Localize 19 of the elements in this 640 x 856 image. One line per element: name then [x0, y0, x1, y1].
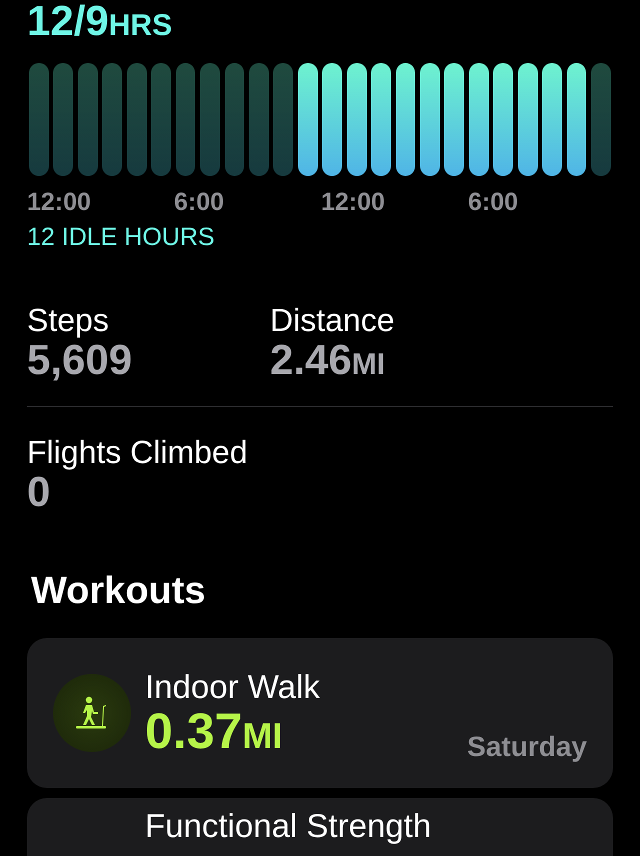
- workout-distance: 0.37MI: [145, 704, 282, 758]
- stat-value: 5,609: [27, 338, 132, 382]
- section-title: Workouts: [31, 572, 207, 610]
- workout-name: Indoor Walk: [145, 668, 320, 705]
- stat-value: 2.46MI: [270, 338, 386, 382]
- workout-card[interactable]: Functional Strength: [27, 798, 613, 856]
- stand-hours-value: 12/9HRS: [27, 0, 174, 42]
- stat-value: 0: [27, 470, 50, 514]
- time-label: 6:00: [174, 190, 226, 215]
- workout-card[interactable]: Indoor Walk 0.37MI Saturday: [27, 638, 613, 788]
- idle-hours-label: 12 IDLE HOURS: [27, 224, 216, 252]
- time-label: 12:00: [27, 190, 92, 215]
- stat-label: Distance: [270, 302, 394, 338]
- time-label: 12:00: [321, 190, 386, 215]
- workout-name: Functional Strength: [145, 808, 432, 844]
- time-label: 6:00: [468, 190, 520, 215]
- workout-day: Saturday: [467, 731, 587, 764]
- stat-label: Flights Climbed: [27, 434, 248, 470]
- stat-label: Steps: [27, 302, 109, 338]
